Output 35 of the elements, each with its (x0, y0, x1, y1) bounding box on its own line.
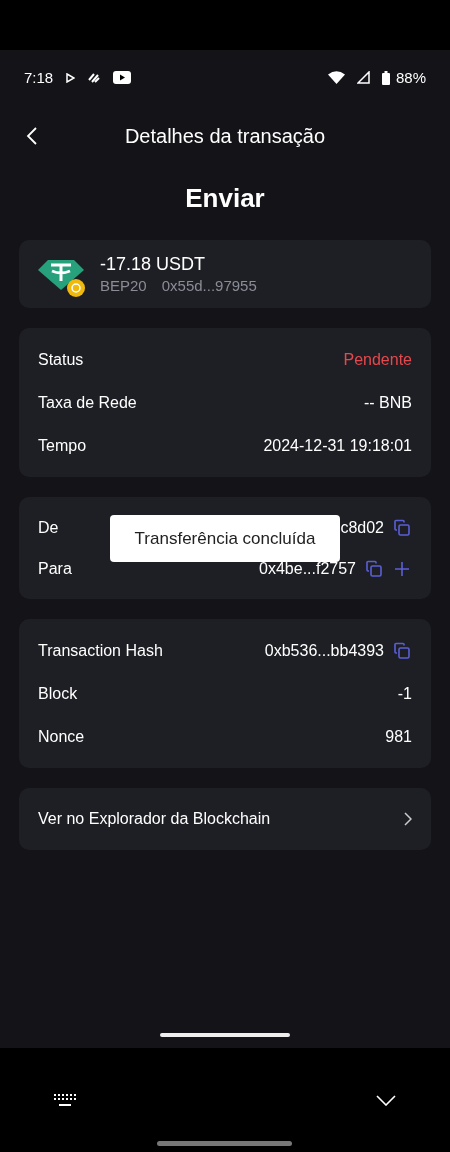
address-label: De (38, 518, 59, 537)
address-value: c8d02 (340, 518, 384, 537)
copy-icon[interactable] (364, 558, 384, 579)
detail-value: -1 (397, 684, 412, 703)
address-label: Para (38, 559, 72, 578)
detail-value: 0xb536...bb4393 (264, 641, 384, 660)
explorer-link[interactable]: Ver no Explorador da Blockchain (19, 788, 431, 850)
chevron-down-icon[interactable] (376, 1094, 396, 1106)
signal-icon (356, 71, 370, 84)
address-value: 0x4be...f2757 (259, 559, 356, 578)
detail-label: Taxa de Rede (38, 393, 137, 412)
page-title: Detalhes da transação (124, 124, 326, 148)
copy-icon[interactable] (392, 517, 412, 538)
token-amount: -17.18 USDT (100, 254, 207, 275)
detail-label: Status (38, 350, 84, 369)
detail-value: -- BNB (364, 393, 412, 412)
detail-label: Transaction Hash (38, 641, 163, 660)
wifi-icon (327, 71, 345, 84)
status-time: 7:18 (24, 69, 54, 86)
transaction-type: Enviar (185, 183, 265, 214)
play-icon (65, 72, 76, 83)
chevron-right-icon (404, 812, 412, 826)
detail-value: 981 (385, 727, 412, 746)
token-network: BEP20 0x55d...97955 (100, 277, 257, 294)
detail-value: Pendente (343, 350, 412, 369)
toast: Transferência concluída (110, 515, 340, 562)
battery-percent: 88% (395, 69, 426, 86)
detail-label: Nonce (38, 727, 85, 746)
detail-value: 2024-12-31 19:18:01 (263, 436, 412, 455)
video-icon (113, 71, 132, 84)
detail-label: Block (38, 684, 78, 703)
battery-icon (381, 70, 390, 85)
keyboard-icon[interactable] (54, 1093, 76, 1107)
copy-icon[interactable] (392, 640, 412, 661)
detail-label: Tempo (38, 436, 87, 455)
